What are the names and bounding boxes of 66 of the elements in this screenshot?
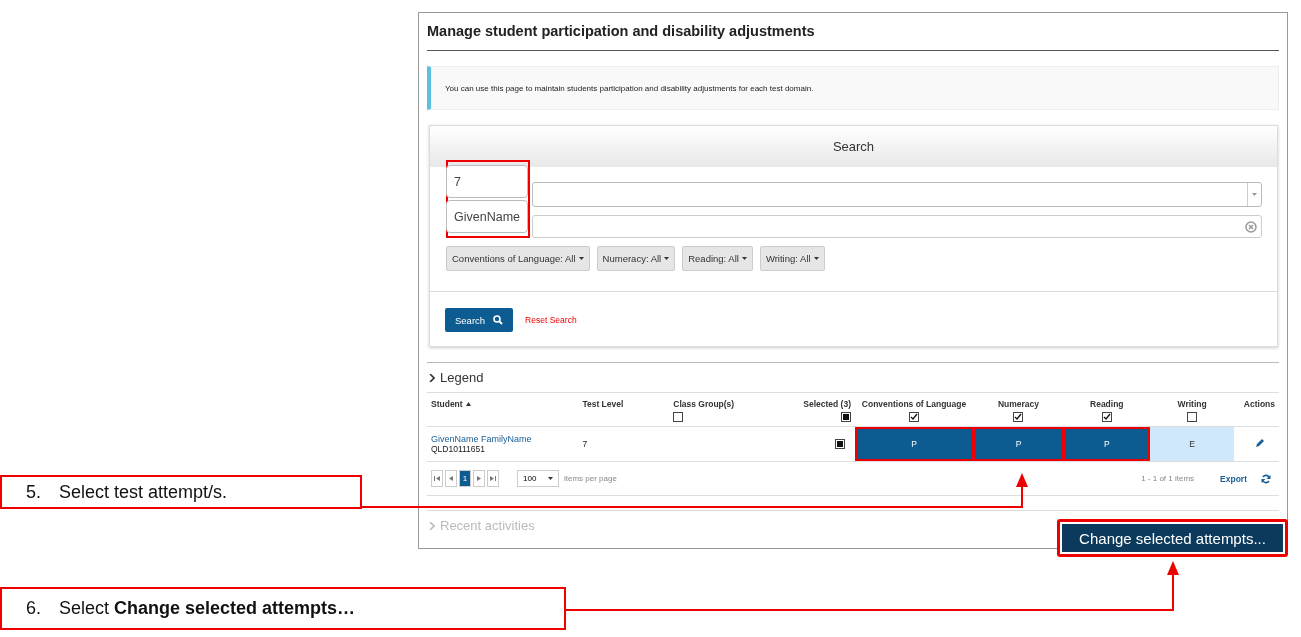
step-number: 6. (26, 598, 41, 619)
next-page-icon (477, 476, 481, 481)
column-header[interactable]: Selected (3) (803, 399, 851, 409)
previous-page-button[interactable] (445, 470, 457, 487)
zoomed-field: GivenName (446, 200, 528, 233)
search-title: Search (832, 139, 875, 154)
caret-icon (741, 257, 747, 260)
reset-search-link[interactable]: Reset Search (525, 315, 577, 325)
checkbox[interactable] (1101, 412, 1112, 422)
clear-icon[interactable] (1245, 220, 1257, 233)
filter-dropdown[interactable]: Writing: All (759, 246, 825, 271)
attempt-cell[interactable]: P (1063, 427, 1150, 461)
pencil-icon[interactable] (1255, 438, 1265, 448)
checkbox[interactable] (909, 412, 919, 422)
attempt-cell[interactable]: P (973, 427, 1064, 461)
last-page-icon (490, 476, 496, 481)
column-header[interactable]: Conventions of Language (861, 399, 967, 409)
student-name-field[interactable] (532, 215, 1262, 238)
previous-page-icon (449, 476, 453, 481)
page-size-select[interactable]: 100 (517, 470, 559, 487)
column-header[interactable]: Writing (1177, 399, 1207, 409)
column-header[interactable]: Numeracy (997, 399, 1040, 409)
items-summary: 1 - 1 of 1 items (1141, 474, 1195, 483)
column-header[interactable]: Actions (1243, 399, 1275, 409)
chevron-right-icon[interactable] (429, 373, 435, 382)
last-page-button[interactable] (487, 470, 499, 487)
info-text: You can use this page to maintain students participation and disability adjustments for each test domain. (445, 83, 814, 93)
attempt-cell[interactable]: E (1149, 427, 1235, 461)
checkbox[interactable] (1013, 412, 1024, 422)
caret-icon (578, 257, 584, 260)
column-header[interactable]: Reading (1090, 399, 1124, 409)
caret-icon (548, 477, 553, 480)
caret-icon (664, 257, 670, 260)
legend-toggle[interactable]: Legend (440, 370, 484, 385)
change-selected-attempts-button[interactable]: Change selected attempts... (1057, 519, 1288, 557)
step-number: 5. (26, 481, 41, 503)
checkbox[interactable] (840, 412, 851, 422)
zoomed-field: 7 (446, 165, 528, 198)
step-text: Select Change selected attempts… (59, 598, 356, 619)
sort-up-icon[interactable] (465, 402, 471, 406)
student-link[interactable]: GivenName FamilyName (431, 434, 575, 444)
caret-icon (1252, 193, 1257, 196)
page-button[interactable]: 1 (459, 470, 471, 487)
next-page-button[interactable] (473, 470, 485, 487)
attempt-cell[interactable]: P (854, 427, 974, 461)
column-header[interactable]: Student (431, 399, 463, 409)
checkbox[interactable] (834, 439, 845, 449)
step-text: Select test attempt/s. (59, 481, 228, 503)
column-header[interactable]: Class Group(s) (673, 399, 735, 409)
checkbox[interactable] (1187, 412, 1198, 422)
filter-dropdown[interactable]: Conventions of Language: All (446, 246, 590, 271)
first-page-button[interactable] (431, 470, 443, 487)
filter-dropdown[interactable]: Numeracy: All (596, 246, 676, 271)
first-page-icon (434, 476, 440, 481)
column-header[interactable]: Test Level (582, 399, 624, 409)
page-title: Manage student participation and disability adjustments (427, 13, 1279, 51)
page-size-label: items per page (564, 474, 617, 483)
caret-icon (813, 257, 819, 260)
filter-dropdown[interactable]: Reading: All (682, 246, 753, 271)
checkbox[interactable] (673, 412, 684, 422)
search-icon (493, 315, 504, 325)
search-button[interactable]: Search (445, 308, 514, 332)
student-id: QLD10111651 (431, 444, 486, 454)
refresh-icon[interactable] (1261, 473, 1271, 484)
test-level: 7 (582, 439, 588, 449)
export-link[interactable]: Export (1220, 473, 1247, 484)
